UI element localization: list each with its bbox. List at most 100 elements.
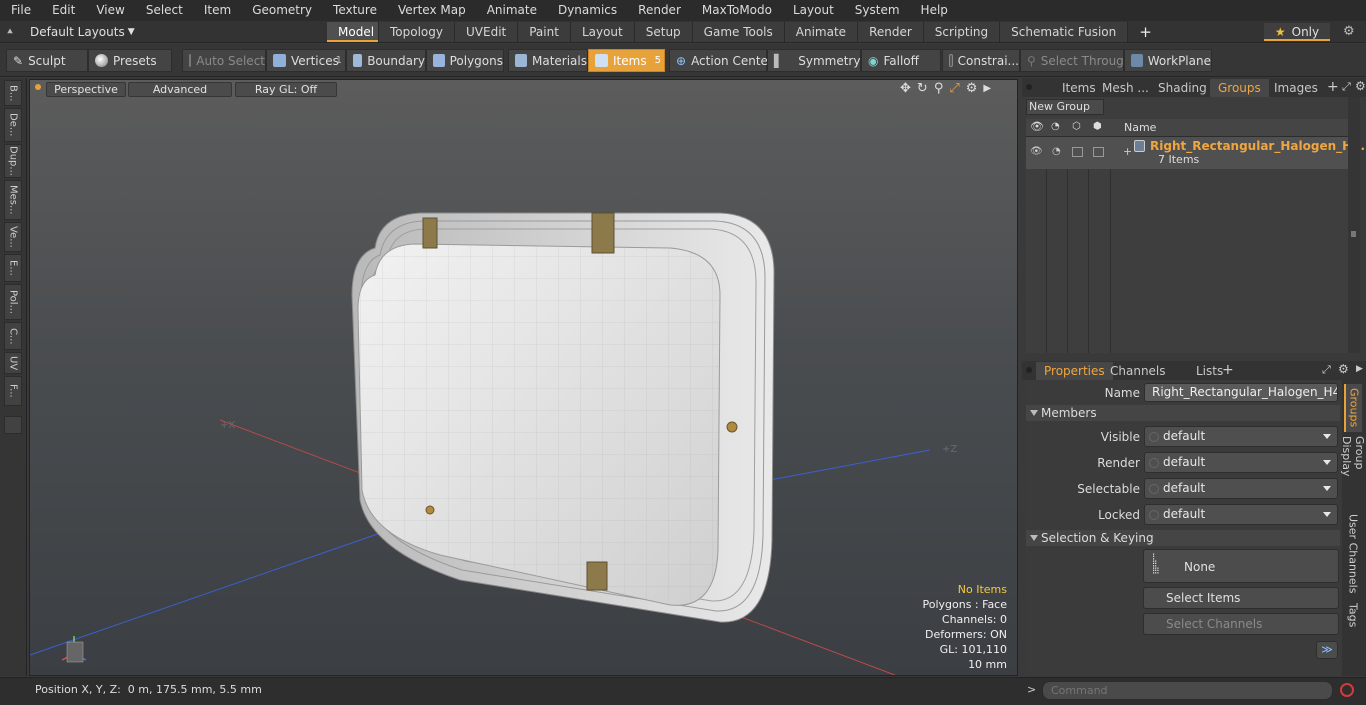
add-tab-icon[interactable]: + — [1327, 79, 1339, 95]
tab-scripting[interactable]: Scripting — [923, 22, 1001, 42]
props-expand-icon[interactable]: ⤢ — [1322, 363, 1331, 377]
falloff-button[interactable]: ◉ Falloff — [861, 49, 941, 72]
menu-render[interactable]: Render — [627, 0, 691, 21]
visible-select[interactable]: default — [1144, 426, 1338, 447]
render-column-icon[interactable]: ◔ — [1051, 121, 1060, 132]
select-items-button[interactable]: Select Items — [1143, 587, 1339, 609]
boundary-button[interactable]: Boundary — [346, 49, 426, 72]
collapse-icon[interactable]: ⯅ — [6, 27, 14, 38]
groups-scrollbar[interactable] — [1348, 97, 1360, 353]
locked-select[interactable]: default — [1144, 504, 1338, 525]
tab-schematic-fusion[interactable]: Schematic Fusion — [1000, 22, 1129, 42]
3d-viewport[interactable]: Perspective Advanced Ray GL: Off ✥ ↻ ⚲ ⤢… — [29, 79, 1018, 676]
select-checkbox[interactable] — [1072, 147, 1083, 157]
tab-setup[interactable]: Setup — [634, 22, 693, 42]
tab-layout[interactable]: Layout — [570, 22, 635, 42]
vtab-vertex[interactable]: Ve... — [4, 222, 22, 252]
vtab-fusion[interactable]: F... — [4, 376, 22, 406]
select-column-icon[interactable]: ⬡ — [1072, 121, 1081, 132]
layout-select[interactable]: ⯅ Default Layouts ▼ — [6, 21, 135, 43]
expand-more-button[interactable]: ≫ — [1316, 641, 1338, 659]
vtab-tags[interactable]: Tags — [1344, 600, 1362, 630]
workplane-button[interactable]: WorkPlane — [1124, 49, 1212, 72]
vertices-button[interactable]: Vertices 1 — [266, 49, 346, 72]
tab-render[interactable]: Render — [858, 22, 924, 42]
tab-shading[interactable]: Shading — [1150, 79, 1215, 97]
render-select[interactable]: default — [1144, 452, 1338, 473]
menu-texture[interactable]: Texture — [322, 0, 387, 21]
menu-vertex-map[interactable]: Vertex Map — [387, 0, 476, 21]
lock-column-icon[interactable]: ⬢ — [1093, 121, 1102, 132]
name-field[interactable]: Right_Rectangular_Halogen_H4_Truck — [1144, 383, 1338, 402]
vtab-user-channels[interactable]: User Channels — [1344, 514, 1362, 594]
none-button[interactable]: ⁝ ⁝⁝ ⁝⁝⁝ None — [1143, 549, 1339, 583]
only-toggle[interactable]: ★ Only — [1264, 23, 1330, 41]
lock-checkbox[interactable] — [1093, 147, 1104, 157]
menu-view[interactable]: View — [85, 0, 134, 21]
command-input[interactable] — [1042, 681, 1333, 700]
props-arrow-icon[interactable]: ▶ — [1356, 364, 1363, 374]
tab-uvedit[interactable]: UVEdit — [455, 22, 519, 42]
vtab-edge[interactable]: E... — [4, 254, 22, 282]
tab-groups[interactable]: Groups — [1210, 79, 1269, 97]
menu-dynamics[interactable]: Dynamics — [547, 0, 627, 21]
tab-animate[interactable]: Animate — [784, 22, 859, 42]
selection-keying-section[interactable]: Selection & Keying — [1026, 530, 1340, 546]
tab-paint[interactable]: Paint — [518, 22, 571, 42]
record-icon[interactable] — [1340, 683, 1354, 697]
menu-geometry[interactable]: Geometry — [241, 0, 322, 21]
tab-mesh[interactable]: Mesh ... — [1094, 79, 1157, 97]
vtab-basic[interactable]: B... — [4, 80, 22, 106]
tab-game-tools[interactable]: Game Tools — [692, 22, 785, 42]
vtab-group-display[interactable]: Group Display — [1340, 436, 1366, 508]
menu-system[interactable]: System — [844, 0, 910, 21]
scroll-thumb[interactable] — [1351, 231, 1356, 237]
tab-topology[interactable]: Topology — [379, 22, 455, 42]
menu-help[interactable]: Help — [910, 0, 958, 21]
vtab-mesh-edit[interactable]: Mes... — [4, 180, 22, 220]
menu-item[interactable]: Item — [193, 0, 241, 21]
visibility-column-icon[interactable]: 👁 — [1030, 120, 1044, 133]
tab-channels[interactable]: Channels — [1102, 362, 1174, 380]
props-menu-icon[interactable] — [1026, 367, 1032, 373]
constraints-button[interactable]: Constrai... — [942, 49, 1020, 72]
group-row[interactable]: 👁 ◔ + Right_Rectangular_Halogen_H4... 7 … — [1026, 137, 1366, 169]
items-button[interactable]: Items 5 — [588, 49, 665, 72]
eye-icon[interactable]: 👁 — [1030, 146, 1043, 157]
action-center-button[interactable]: ⊕ Action Center — [669, 49, 773, 72]
menu-select[interactable]: Select — [135, 0, 193, 21]
sculpt-button[interactable]: ✎ Sculpt — [6, 49, 88, 72]
members-section[interactable]: Members — [1026, 405, 1340, 421]
presets-button[interactable]: Presets — [88, 49, 172, 72]
select-channels-button[interactable]: Select Channels — [1143, 613, 1339, 635]
auto-select-button[interactable]: Auto Select — [182, 49, 266, 72]
vtab-uv[interactable]: UV — [4, 352, 22, 374]
new-group-button[interactable]: New Group — [1026, 99, 1104, 115]
menu-maxtomodo[interactable]: MaxToModo — [691, 0, 782, 21]
gear-icon[interactable]: ⚙ — [1343, 24, 1355, 39]
add-tab-button[interactable]: + — [1128, 22, 1163, 42]
menu-layout[interactable]: Layout — [782, 0, 844, 21]
add-props-tab-icon[interactable]: + — [1222, 362, 1234, 378]
materials-button[interactable]: Materials — [508, 49, 588, 72]
expand-icon[interactable]: ⤢ — [1342, 80, 1351, 94]
menu-animate[interactable]: Animate — [476, 0, 547, 21]
selectable-select[interactable]: default — [1144, 478, 1338, 499]
panel-menu-icon[interactable] — [1026, 84, 1032, 90]
props-gear-icon[interactable]: ⚙ — [1338, 362, 1349, 376]
panel-gear-icon[interactable]: ⚙ — [1355, 79, 1366, 93]
select-through-button[interactable]: ⚲ Select Through — [1020, 49, 1131, 72]
vtab-polygon[interactable]: Pol... — [4, 284, 22, 320]
expand-plus-icon[interactable]: + — [1123, 145, 1132, 158]
symmetry-button[interactable]: ▌ Symmetry — [767, 49, 861, 72]
vtab-groups[interactable]: Groups — [1344, 384, 1362, 432]
expand-strip-button[interactable] — [4, 416, 22, 434]
menu-edit[interactable]: Edit — [41, 0, 85, 21]
vtab-deform[interactable]: De... — [4, 108, 22, 142]
tab-model[interactable]: Model — [327, 22, 379, 42]
polygons-button[interactable]: Polygons — [426, 49, 504, 72]
menu-file[interactable]: File — [0, 0, 41, 21]
vtab-curve[interactable]: C... — [4, 322, 22, 350]
render-icon[interactable]: ◔ — [1052, 146, 1061, 157]
tab-images[interactable]: Images — [1266, 79, 1326, 97]
